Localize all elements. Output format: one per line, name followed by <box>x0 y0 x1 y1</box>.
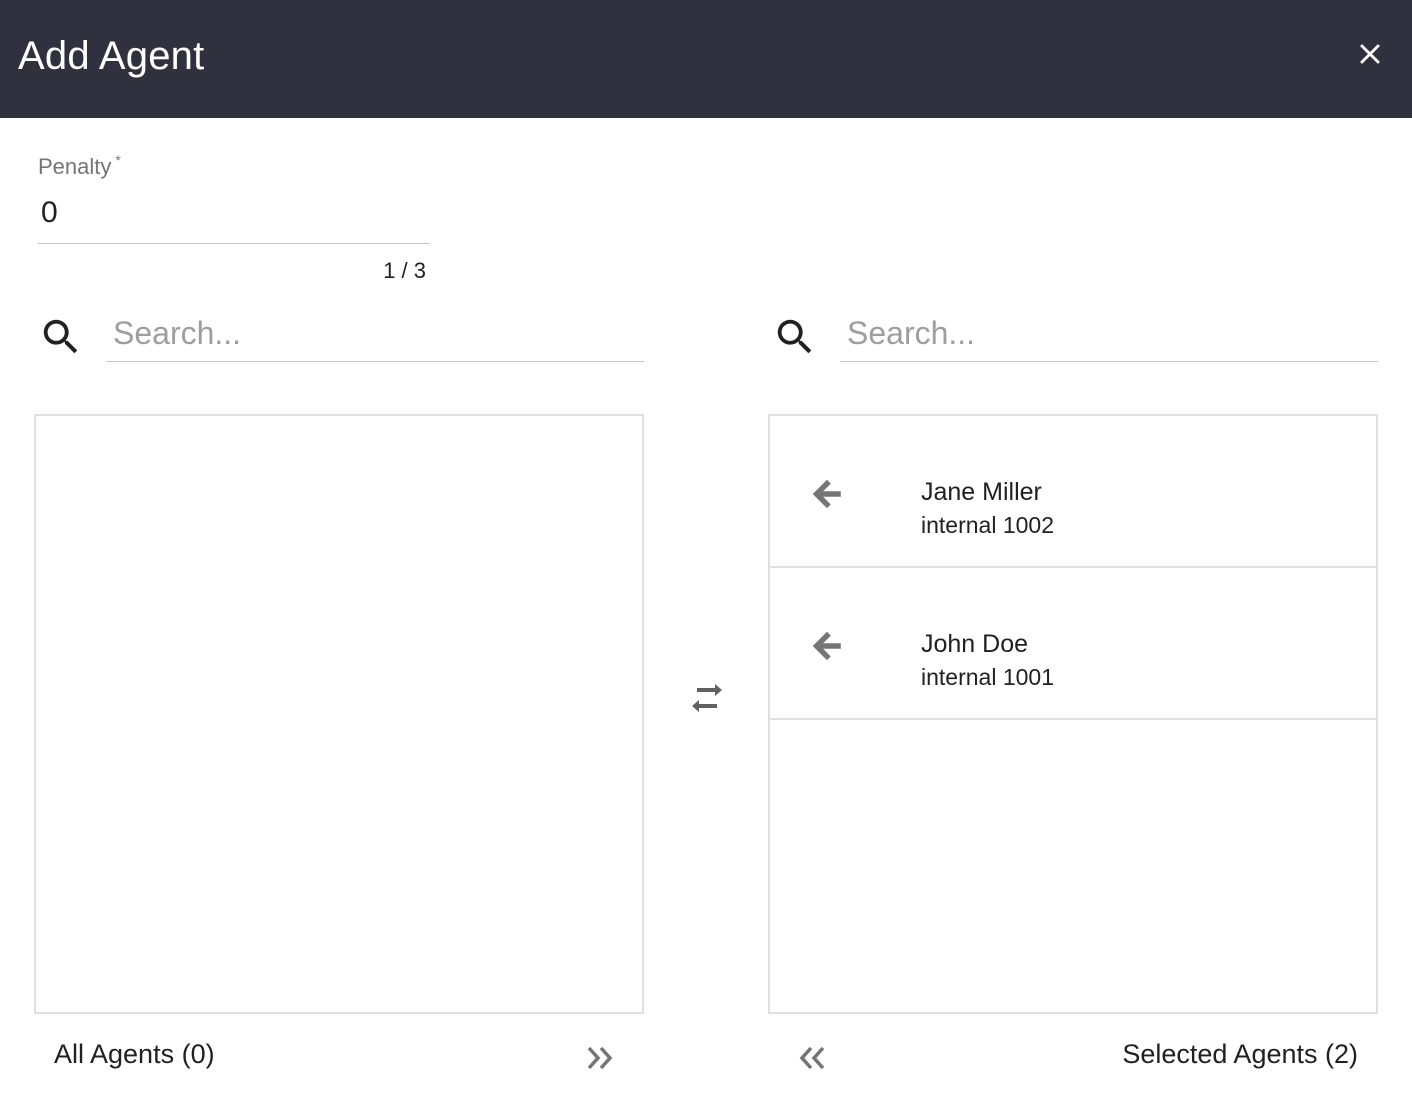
agent-text: Jane Miller internal 1002 <box>921 476 1054 542</box>
penalty-label-text: Penalty <box>38 154 112 179</box>
search-icon <box>777 319 812 354</box>
agent-name: John Doe <box>921 630 1029 658</box>
list-item[interactable]: Jane Miller internal 1002 <box>770 416 1376 568</box>
all-agents-search <box>38 306 644 362</box>
agent-extension: internal 1002 <box>921 512 1054 538</box>
all-agents-count-label: All Agents (0) <box>54 1039 215 1069</box>
close-icon <box>1360 44 1380 64</box>
penalty-label: Penalty * <box>38 152 121 180</box>
swap-horizontal-icon <box>692 684 722 712</box>
selected-agents-count-label: Selected Agents (2) <box>1122 1039 1358 1069</box>
penalty-field: Penalty* 1 / 3 <box>38 150 430 285</box>
list-item[interactable]: John Doe internal 1001 <box>770 568 1376 720</box>
swap-button[interactable] <box>684 680 730 720</box>
required-marker: * <box>115 152 121 168</box>
double-chevron-right-icon <box>587 1046 613 1070</box>
arrow-left-icon[interactable] <box>808 475 846 513</box>
all-agents-list[interactable] <box>34 414 644 1014</box>
dialog-header: Add Agent <box>0 0 1412 118</box>
all-agents-search-input[interactable] <box>106 306 644 362</box>
agent-text: John Doe internal 1001 <box>921 628 1054 694</box>
dialog-title: Add Agent <box>18 34 205 78</box>
penalty-char-counter: 1 / 3 <box>383 258 426 283</box>
agent-name: Jane Miller <box>921 478 1042 506</box>
selected-agents-search <box>772 306 1378 362</box>
selected-agents-search-input[interactable] <box>840 306 1378 362</box>
move-all-left-button[interactable] <box>793 1040 829 1076</box>
selected-agents-list: Jane Miller internal 1002 John Doe inter… <box>768 414 1378 1014</box>
close-button[interactable] <box>1346 30 1394 78</box>
penalty-input[interactable] <box>38 190 430 244</box>
double-chevron-left-icon <box>799 1046 825 1070</box>
agent-extension: internal 1001 <box>921 664 1054 690</box>
arrow-left-icon[interactable] <box>808 627 846 665</box>
move-all-right-button[interactable] <box>583 1040 619 1076</box>
search-icon <box>43 319 78 354</box>
